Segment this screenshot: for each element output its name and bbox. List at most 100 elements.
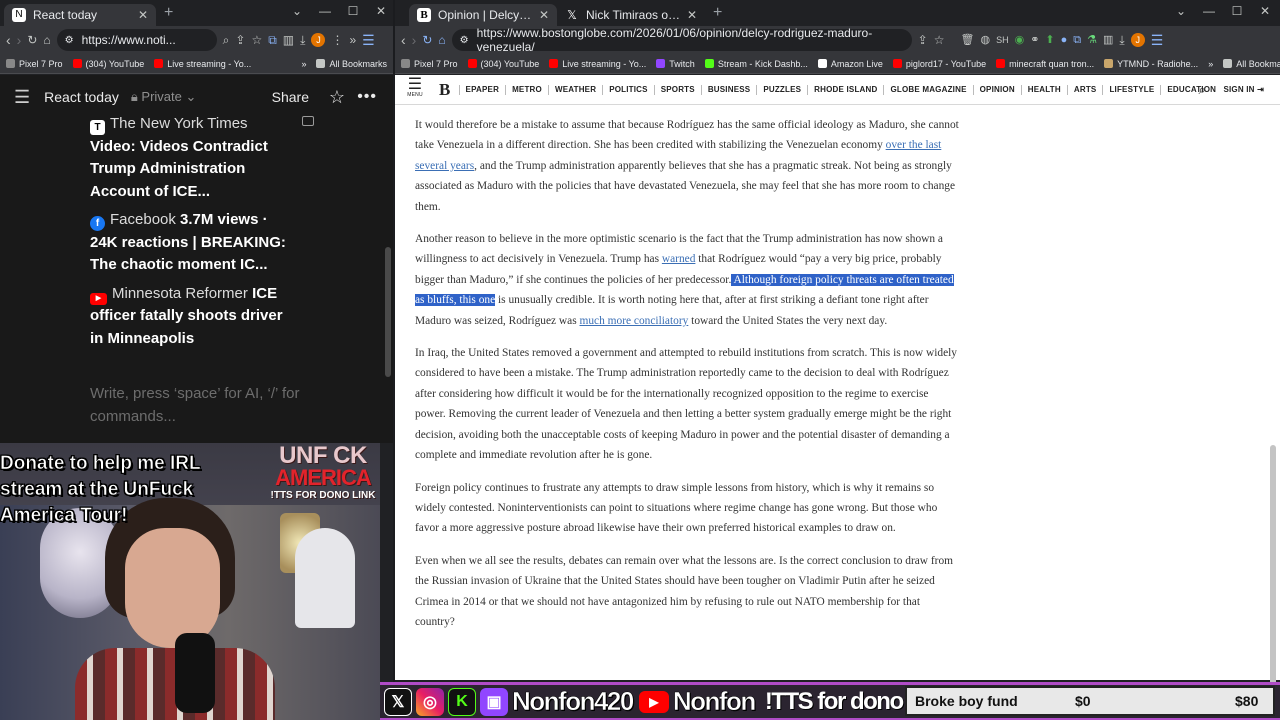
nav-education[interactable]: EDUCATION bbox=[1167, 85, 1216, 94]
share-button[interactable]: Share bbox=[272, 89, 309, 105]
comment-icon[interactable] bbox=[302, 116, 314, 126]
close-tab-icon[interactable]: ✕ bbox=[687, 8, 697, 22]
nav-opinion[interactable]: OPINION bbox=[980, 85, 1015, 94]
nav-lifestyle[interactable]: LIFESTYLE bbox=[1109, 85, 1154, 94]
nav-globe-magazine[interactable]: GLOBE MAGAZINE bbox=[890, 85, 966, 94]
link-extension-icon[interactable]: ⚭ bbox=[1030, 34, 1039, 46]
bookmark-icon[interactable]: ☆ bbox=[934, 34, 945, 46]
page-title[interactable]: React today bbox=[44, 89, 119, 105]
tab-react-today[interactable]: N React today ✕ bbox=[4, 3, 156, 26]
bookmarks-overflow[interactable]: » bbox=[1208, 59, 1213, 69]
search-icon[interactable]: ⌕ bbox=[1199, 82, 1206, 98]
home-icon[interactable]: ⌂ bbox=[43, 34, 50, 46]
tab-search-icon[interactable]: ⌄ bbox=[283, 4, 311, 18]
profile-avatar[interactable]: J bbox=[1130, 33, 1145, 47]
zoom-icon[interactable]: ⌕ bbox=[223, 34, 230, 46]
maximize-icon[interactable]: ☐ bbox=[339, 4, 367, 18]
download-icon[interactable]: ⤓ bbox=[300, 34, 305, 46]
sh-extension-icon[interactable]: SH bbox=[996, 35, 1009, 45]
home-icon[interactable]: ⌂ bbox=[438, 34, 445, 46]
article-link[interactable]: warned bbox=[662, 253, 696, 265]
bookmark-pixel[interactable]: Pixel 7 Pro bbox=[6, 59, 63, 69]
list-item[interactable]: ▶ Minnesota Reformer ICE officer fatally … bbox=[90, 283, 290, 351]
bookmark-kick[interactable]: Stream - Kick Dashb... bbox=[704, 59, 808, 69]
bookmark-piglord[interactable]: piglord17 - YouTube bbox=[892, 59, 986, 69]
profile-avatar[interactable]: J bbox=[311, 33, 326, 47]
nav-arts[interactable]: ARTS bbox=[1074, 85, 1097, 94]
globe-extension-icon[interactable]: ◍ bbox=[980, 34, 990, 46]
hamburger-icon[interactable]: ☰ bbox=[1151, 33, 1164, 47]
close-tab-icon[interactable]: ✕ bbox=[138, 8, 148, 22]
reload-icon[interactable]: ↻ bbox=[27, 34, 37, 46]
boston-globe-logo[interactable]: B bbox=[439, 80, 451, 100]
tab-boston-globe[interactable]: B Opinion | Delcy Rodríguez and ✕ bbox=[409, 3, 557, 26]
all-bookmarks[interactable]: All Bookmarks bbox=[1223, 59, 1280, 69]
bookmark-amazon[interactable]: Amazon Live bbox=[817, 59, 883, 69]
close-window-icon[interactable]: ✕ bbox=[367, 4, 393, 18]
bookmark-live[interactable]: Live streaming - Yo... bbox=[549, 59, 646, 69]
badge-extension-icon[interactable]: ⬆ bbox=[1045, 34, 1054, 46]
more-icon[interactable]: » bbox=[349, 34, 356, 46]
extensions-icon[interactable]: ⧉ bbox=[1073, 34, 1081, 46]
bookmark-youtube[interactable]: (304) YouTube bbox=[467, 59, 539, 69]
maximize-icon[interactable]: ☐ bbox=[1223, 4, 1251, 18]
scrollbar[interactable] bbox=[385, 247, 391, 377]
bookmark-youtube[interactable]: (304) YouTube bbox=[72, 59, 144, 69]
minimize-icon[interactable]: — bbox=[1195, 4, 1223, 18]
all-bookmarks[interactable]: All Bookmarks bbox=[316, 59, 387, 69]
nav-weather[interactable]: WEATHER bbox=[555, 85, 596, 94]
tab-x-post[interactable]: 𝕏 Nick Timiraos on X: "NEW: Tru ✕ bbox=[557, 4, 705, 26]
lab-extension-icon[interactable]: ⚗ bbox=[1087, 34, 1097, 46]
nav-metro[interactable]: METRO bbox=[512, 85, 542, 94]
more-options-icon[interactable]: ••• bbox=[357, 88, 377, 106]
article-link[interactable]: much more conciliatory bbox=[580, 315, 689, 327]
site-info-icon[interactable]: ⚙ bbox=[65, 35, 74, 46]
share-icon[interactable]: ⇪ bbox=[918, 34, 928, 46]
close-tab-icon[interactable]: ✕ bbox=[539, 8, 549, 22]
editor-placeholder[interactable]: Write, press ‘space’ for AI, ‘/’ for com… bbox=[90, 383, 300, 428]
site-info-icon[interactable]: ⚙ bbox=[460, 35, 469, 46]
bookmark-icon[interactable]: ☆ bbox=[251, 34, 262, 46]
bookmarks-overflow[interactable]: » bbox=[301, 59, 306, 69]
hamburger-icon[interactable]: ☰ bbox=[362, 33, 375, 47]
address-bar[interactable]: ⚙ https://www.noti... bbox=[56, 29, 217, 51]
privacy-badge[interactable]: 🔒︎ Private ⌄ bbox=[131, 89, 197, 105]
close-window-icon[interactable]: ✕ bbox=[1251, 4, 1279, 18]
nav-rhode-island[interactable]: RHODE ISLAND bbox=[814, 85, 877, 94]
list-item[interactable]: T The New York Times Video: Videos Contra… bbox=[90, 113, 290, 203]
nav-epaper[interactable]: EPAPER bbox=[466, 85, 500, 94]
bookmark-minecraft[interactable]: minecraft quan tron... bbox=[996, 59, 1094, 69]
nav-health[interactable]: HEALTH bbox=[1028, 85, 1061, 94]
back-icon[interactable]: ‹ bbox=[401, 33, 406, 47]
sign-in-button[interactable]: SIGN IN ⇥ bbox=[1223, 85, 1264, 94]
new-tab-button[interactable]: + bbox=[156, 4, 181, 22]
nav-sports[interactable]: SPORTS bbox=[661, 85, 695, 94]
blue-extension-icon[interactable]: ● bbox=[1061, 34, 1068, 46]
reload-icon[interactable]: ↻ bbox=[422, 34, 432, 46]
nav-politics[interactable]: POLITICS bbox=[609, 85, 648, 94]
minimize-icon[interactable]: — bbox=[311, 4, 339, 18]
bookmark-ytmnd[interactable]: YTMND - Radiohe... bbox=[1104, 59, 1198, 69]
favorite-star-icon[interactable]: ☆ bbox=[329, 87, 345, 108]
tab-search-icon[interactable]: ⌄ bbox=[1167, 4, 1195, 18]
new-tab-button[interactable]: + bbox=[705, 4, 730, 22]
grammar-extension-icon[interactable]: ◉ bbox=[1015, 34, 1025, 46]
bookmark-pixel[interactable]: Pixel 7 Pro bbox=[401, 59, 458, 69]
address-bar[interactable]: ⚙ https://www.bostonglobe.com/2026/01/06… bbox=[451, 26, 912, 54]
trash-extension-icon[interactable]: 🗑︎ bbox=[960, 34, 974, 46]
forward-icon[interactable]: › bbox=[412, 33, 417, 47]
forward-icon[interactable]: › bbox=[17, 33, 22, 47]
back-icon[interactable]: ‹ bbox=[6, 33, 11, 47]
list-item[interactable]: f Facebook 3.7M views · 24K reactions | B… bbox=[90, 209, 290, 277]
sidebar-menu-icon[interactable]: ☰ bbox=[14, 87, 30, 108]
nav-business[interactable]: BUSINESS bbox=[708, 85, 751, 94]
download-icon[interactable]: ⤓ bbox=[1119, 34, 1124, 46]
nav-puzzles[interactable]: PUZZLES bbox=[763, 85, 801, 94]
sidebar-icon[interactable]: ▥ bbox=[283, 34, 294, 46]
site-menu-button[interactable]: ☰ MENU bbox=[395, 76, 435, 100]
extension-icon[interactable]: ⧉ bbox=[268, 34, 277, 46]
share-icon[interactable]: ⇪ bbox=[235, 34, 245, 46]
bookmark-live[interactable]: Live streaming - Yo... bbox=[154, 59, 251, 69]
bookmark-twitch[interactable]: Twitch bbox=[656, 59, 695, 69]
menu-icon[interactable]: ⋮ bbox=[331, 34, 343, 46]
